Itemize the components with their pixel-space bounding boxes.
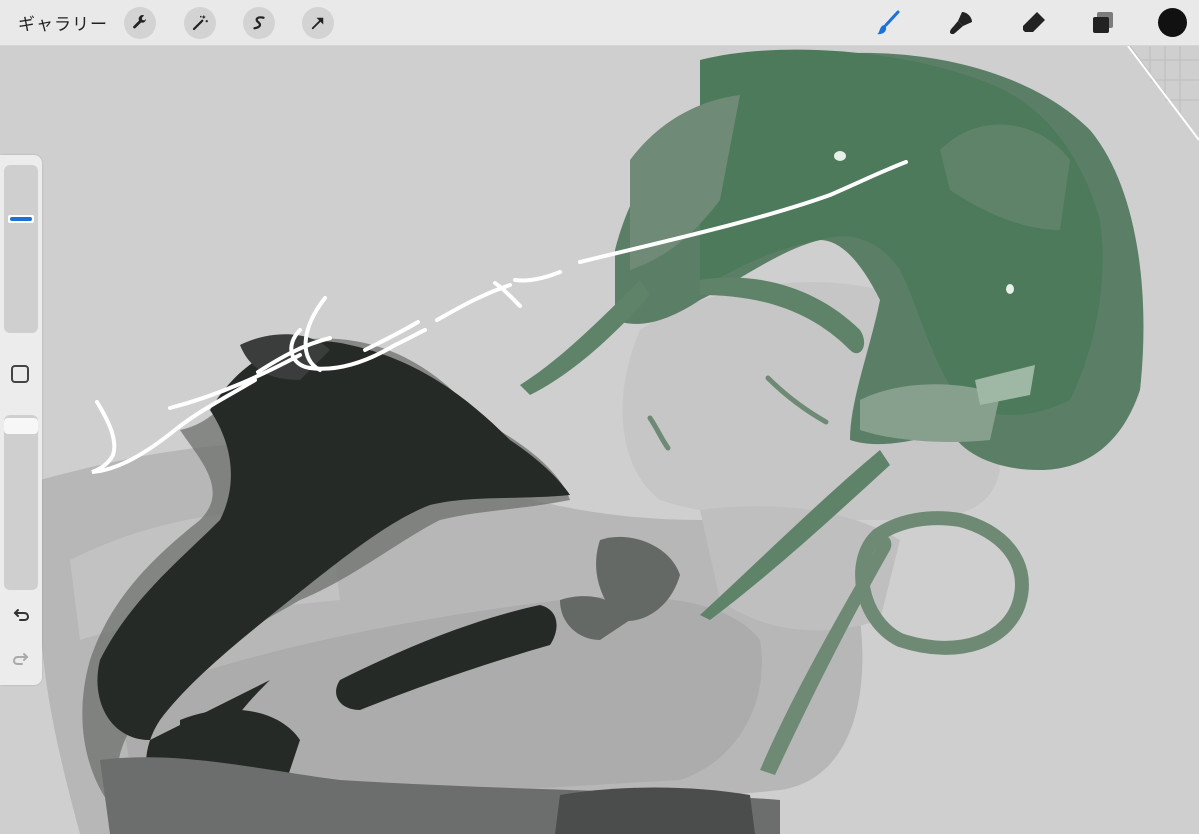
magic-wand-icon: [192, 15, 208, 31]
drawing-canvas[interactable]: [0, 46, 1199, 834]
adjustments-wand-button[interactable]: [184, 7, 216, 39]
opacity-slider[interactable]: [4, 415, 38, 590]
layers-button[interactable]: [1087, 7, 1119, 39]
transform-button[interactable]: [302, 7, 334, 39]
transform-arrow-icon: [311, 17, 324, 30]
modify-square-button[interactable]: [11, 365, 29, 383]
wrench-icon: [133, 15, 147, 29]
selection-icon: [253, 16, 265, 30]
smudge-icon: [950, 12, 972, 35]
left-sidebar: [0, 155, 42, 685]
eraser-tool-button[interactable]: [1018, 7, 1050, 39]
brush-size-handle[interactable]: [8, 215, 34, 223]
brush-tool-button[interactable]: [872, 7, 904, 39]
redo-button[interactable]: [10, 647, 32, 669]
brush-icon: [877, 10, 900, 35]
redo-icon: [12, 653, 29, 665]
undo-button[interactable]: [10, 603, 32, 625]
selection-button[interactable]: [243, 7, 275, 39]
gallery-button[interactable]: ギャラリー: [18, 10, 108, 35]
layers-icon: [1093, 12, 1113, 33]
smudge-tool-button[interactable]: [945, 7, 977, 39]
actions-wrench-button[interactable]: [124, 7, 156, 39]
brush-size-slider[interactable]: [4, 165, 38, 333]
opacity-handle[interactable]: [4, 418, 38, 434]
undo-icon: [13, 609, 30, 621]
top-toolbar: ギャラリー: [0, 0, 1199, 46]
color-picker-button[interactable]: [1158, 8, 1187, 37]
eraser-icon: [1023, 12, 1045, 32]
